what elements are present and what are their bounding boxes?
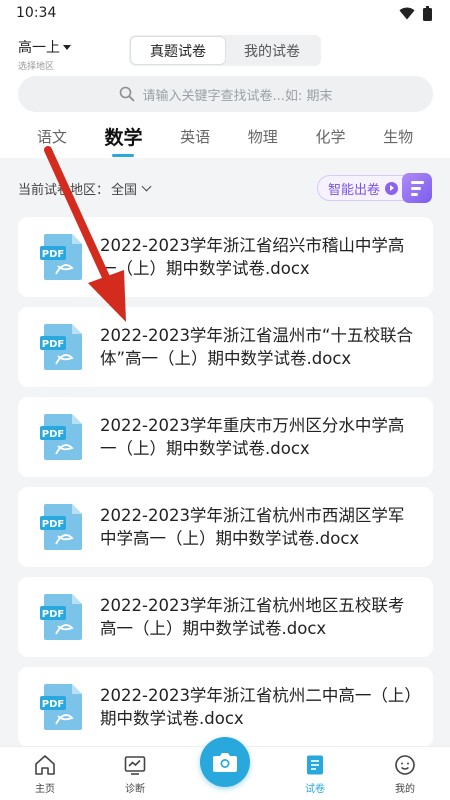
pdf-file-icon: PDF xyxy=(40,234,82,280)
subject-tab-biology[interactable]: 生物 xyxy=(383,122,413,158)
paper-title: 2022-2023学年重庆市万州区分水中学高一（上）期中数学试卷.docx xyxy=(100,416,405,458)
status-bar: 10:34 xyxy=(0,0,450,26)
camera-icon xyxy=(213,753,237,772)
pdf-file-icon: PDF xyxy=(40,594,82,640)
svg-text:PDF: PDF xyxy=(42,699,64,710)
tab-papers[interactable]: 试卷 xyxy=(285,753,345,795)
paper-card[interactable]: PDF 2022-2023学年重庆市万州区分水中学高一（上）期中数学试卷.doc… xyxy=(18,397,433,477)
wifi-icon xyxy=(399,7,415,19)
paper-title: 2022-2023学年浙江省杭州二中高一（上）期中数学试卷.docx xyxy=(100,686,413,728)
play-icon xyxy=(385,181,399,195)
smart-generate-button[interactable]: 智能出卷 xyxy=(317,173,432,203)
paper-card[interactable]: PDF 2022-2023学年浙江省温州市“十五校联合体”高一（上）期中数学试卷… xyxy=(18,307,433,387)
tab-my-exams[interactable]: 我的试卷 xyxy=(225,37,319,64)
pdf-file-icon: PDF xyxy=(40,684,82,730)
subject-tab-chinese[interactable]: 语文 xyxy=(37,122,67,158)
region-hint: 选择地区 xyxy=(18,62,55,72)
paper-title: 2022-2023学年浙江省杭州市西湖区学军中学高一（上）期中数学试卷.docx xyxy=(100,506,405,548)
tab-profile[interactable]: 我的 xyxy=(375,753,435,795)
subject-tab-physics[interactable]: 物理 xyxy=(248,122,278,158)
profile-icon xyxy=(395,755,415,775)
svg-text:PDF: PDF xyxy=(42,429,64,440)
grade-selector[interactable]: 高一上 选择地区 xyxy=(18,37,71,72)
region-filter-value: 全国 xyxy=(111,182,138,198)
filter-row: 当前试卷地区： 全国 智能出卷 xyxy=(0,170,450,206)
search-bar[interactable]: 请输入关键字查找试卷...如: 期末 xyxy=(18,76,433,112)
paper-card[interactable]: PDF 2022-2023学年浙江省杭州二中高一（上）期中数学试卷.docx xyxy=(18,667,433,747)
paper-title: 2022-2023学年浙江省绍兴市稽山中学高一（上）期中数学试卷.docx xyxy=(100,236,405,278)
paper-title: 2022-2023学年浙江省温州市“十五校联合体”高一（上）期中数学试卷.doc… xyxy=(100,326,413,368)
paper-card[interactable]: PDF 2022-2023学年浙江省杭州地区五校联考高一（上）期中数学试卷.do… xyxy=(18,577,433,657)
paper-list: PDF 2022-2023学年浙江省绍兴市稽山中学高一（上）期中数学试卷.doc… xyxy=(18,217,433,757)
tab-home[interactable]: 主页 xyxy=(15,753,75,795)
svg-text:PDF: PDF xyxy=(42,519,64,530)
svg-text:PDF: PDF xyxy=(42,339,64,350)
subject-tab-chemistry[interactable]: 化学 xyxy=(315,122,345,158)
subject-tab-math[interactable]: 数学 xyxy=(104,122,142,158)
diagnosis-icon xyxy=(124,756,146,775)
search-placeholder: 请输入关键字查找试卷...如: 期末 xyxy=(142,88,333,104)
svg-text:PDF: PDF xyxy=(42,249,64,260)
chevron-down-icon xyxy=(141,181,152,191)
subject-tabs: 语文 数学 英语 物理 化学 生物 xyxy=(0,122,450,158)
paper-type-switch: 真题试卷 我的试卷 xyxy=(129,35,321,66)
smart-generate-logo-icon xyxy=(402,173,432,203)
header: 高一上 选择地区 真题试卷 我的试卷 请输入关键字查找试卷...如: 期末 语文… xyxy=(0,26,450,158)
region-filter-label: 当前试卷地区： xyxy=(18,182,110,198)
pdf-file-icon: PDF xyxy=(40,504,82,550)
caret-down-icon xyxy=(63,44,71,50)
status-icons xyxy=(399,5,432,21)
tab-real-exams[interactable]: 真题试卷 xyxy=(131,37,225,64)
subject-tab-english[interactable]: 英语 xyxy=(180,122,210,158)
tab-diagnosis[interactable]: 诊断 xyxy=(105,753,165,795)
smart-generate-label: 智能出卷 xyxy=(328,182,381,198)
grade-label: 高一上 xyxy=(18,40,60,56)
paper-icon xyxy=(307,755,323,775)
pdf-file-icon: PDF xyxy=(40,414,82,460)
paper-card[interactable]: PDF 2022-2023学年浙江省杭州市西湖区学军中学高一（上）期中数学试卷.… xyxy=(18,487,433,567)
paper-card[interactable]: PDF 2022-2023学年浙江省绍兴市稽山中学高一（上）期中数学试卷.doc… xyxy=(18,217,433,297)
battery-icon xyxy=(423,5,432,21)
region-filter[interactable]: 当前试卷地区： 全国 xyxy=(18,179,152,198)
search-icon xyxy=(119,86,134,102)
camera-button[interactable] xyxy=(200,737,250,787)
active-underline xyxy=(112,154,135,157)
pdf-file-icon: PDF xyxy=(40,324,82,370)
svg-text:PDF: PDF xyxy=(42,609,64,620)
status-time: 10:34 xyxy=(16,5,57,21)
paper-title: 2022-2023学年浙江省杭州地区五校联考高一（上）期中数学试卷.docx xyxy=(100,596,405,638)
home-icon xyxy=(35,755,55,775)
